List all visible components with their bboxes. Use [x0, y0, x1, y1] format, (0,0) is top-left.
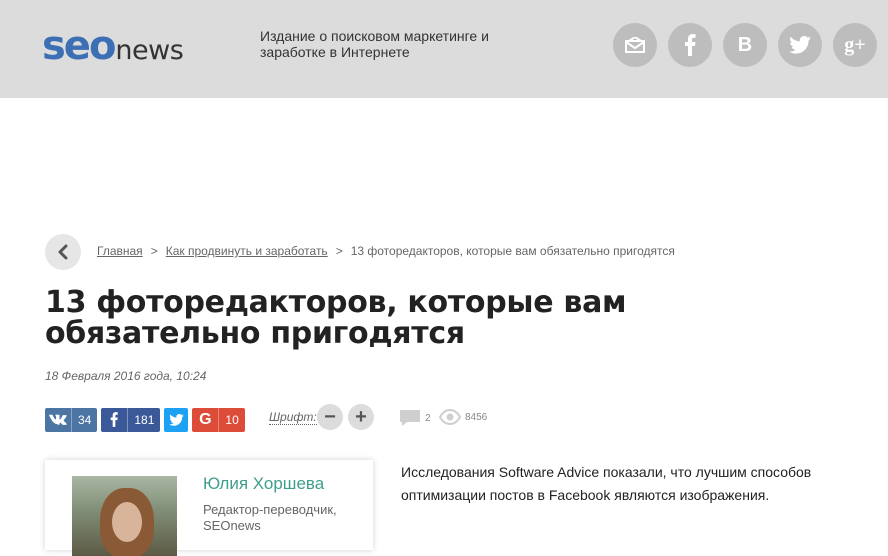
breadcrumb-separator: >: [150, 244, 158, 258]
author-name-link[interactable]: Юлия Хоршева: [203, 474, 324, 494]
google-share-button[interactable]: G 10: [192, 407, 245, 432]
breadcrumb: Главная > Как продвинуть и заработать > …: [97, 244, 675, 258]
back-button[interactable]: [45, 234, 81, 270]
vk-share-button[interactable]: 34: [45, 407, 98, 432]
author-role: Редактор-переводчик, SEOnews: [203, 502, 337, 533]
font-increase-button[interactable]: +: [348, 404, 374, 430]
twitter-share-button[interactable]: [164, 407, 189, 432]
author-photo[interactable]: [72, 476, 177, 556]
mail-icon[interactable]: [613, 23, 657, 67]
facebook-share-count: 181: [127, 407, 160, 432]
vk-icon[interactable]: B: [723, 23, 767, 67]
article-date: 18 Февраля 2016 года, 10:24: [45, 369, 207, 383]
vk-share-count: 34: [71, 407, 97, 432]
google-share-count: 10: [218, 407, 244, 432]
article-body: Исследования Software Advice показали, ч…: [401, 461, 841, 527]
header-social-links: B g+: [613, 23, 877, 67]
twitter-icon[interactable]: [778, 23, 822, 67]
site-header: seo news Издание о поисковом маркетинге …: [0, 0, 888, 98]
share-buttons: 34 181 G 10: [45, 407, 249, 432]
logo-seo-text: seo: [42, 23, 116, 69]
comments-count-value: 2: [425, 412, 431, 424]
author-card: Юлия Хоршева Редактор-переводчик, SEOnew…: [45, 460, 373, 556]
views-count: 8456: [439, 409, 487, 425]
site-tagline: Издание о поисковом маркетинге и заработ…: [260, 28, 489, 60]
facebook-icon[interactable]: [668, 23, 712, 67]
article-lead-paragraph: Исследования Software Advice показали, ч…: [401, 464, 812, 503]
vk-icon: [45, 408, 71, 432]
breadcrumb-home-link[interactable]: Главная: [97, 244, 143, 258]
chevron-left-icon: [58, 244, 68, 260]
facebook-share-button[interactable]: 181: [101, 407, 161, 432]
comment-icon: [400, 410, 420, 426]
font-decrease-button[interactable]: −: [317, 404, 343, 430]
google-plus-icon[interactable]: g+: [833, 23, 877, 67]
eye-icon: [439, 409, 461, 425]
breadcrumb-separator: >: [335, 244, 343, 258]
font-size-label: Шрифт:: [269, 410, 317, 425]
comments-count[interactable]: 2: [399, 409, 431, 427]
twitter-icon: [164, 408, 188, 432]
author-photo-face: [112, 502, 142, 542]
logo-news-text: news: [115, 35, 184, 66]
views-count-value: 8456: [465, 411, 488, 423]
facebook-icon: [101, 408, 127, 432]
article-title: 13 фоторедакторов, которые вам обязатель…: [45, 285, 627, 351]
site-logo[interactable]: seo news: [42, 23, 184, 69]
breadcrumb-current: 13 фоторедакторов, которые вам обязатель…: [350, 244, 675, 258]
google-icon: G: [199, 410, 212, 428]
breadcrumb-section-link[interactable]: Как продвинуть и заработать: [166, 244, 328, 258]
